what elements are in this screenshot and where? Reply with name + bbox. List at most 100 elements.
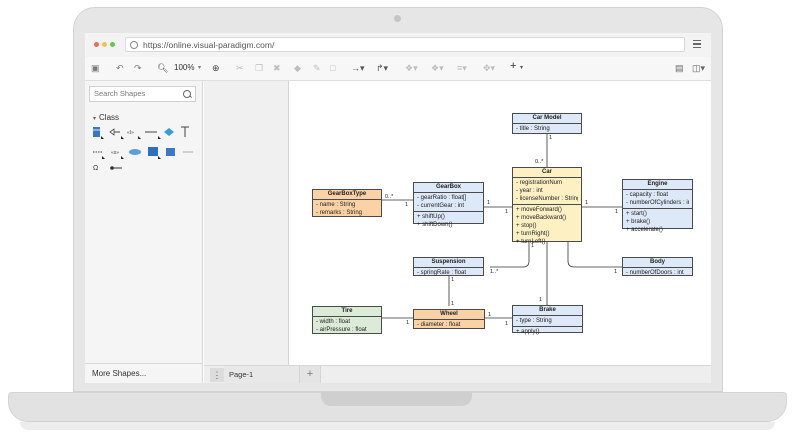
layout-panel-icon[interactable]: ◫▾ <box>692 62 705 74</box>
diagram-page[interactable]: Car Model - title : String Car - registr… <box>288 81 711 365</box>
multiplicity-label: 1 <box>585 200 589 206</box>
attribute: - numberOfDoors : int <box>626 270 684 276</box>
class-engine[interactable]: Engine - capacity : float - numberOfCyli… <box>622 179 693 233</box>
arrange-icon[interactable]: ❖▾ <box>405 62 418 74</box>
app-screen: https://online.visual-paradigm.com/ ▣ ↶ … <box>85 33 711 383</box>
qualifier-icon: Ω <box>93 165 98 172</box>
multiplicity-label: 1 <box>549 135 553 141</box>
zoom-dropdown-icon[interactable]: ▾ <box>198 62 201 74</box>
zoom-in-icon[interactable]: ⊕ <box>212 62 220 74</box>
attribute: - year : int <box>516 188 543 194</box>
operation: + apply() <box>516 329 540 335</box>
svg-text:«s»: «s» <box>111 150 119 156</box>
format-panel-icon[interactable]: ▤ <box>675 62 684 74</box>
class-name: Body <box>623 258 692 268</box>
category-header[interactable]: ▾ Class <box>85 111 202 125</box>
undo-icon[interactable]: ↶ <box>116 62 124 74</box>
insert-dropdown-icon[interactable]: ▾ <box>520 62 523 74</box>
package-icon <box>164 128 174 136</box>
multiplicity-label: 1 <box>451 277 455 283</box>
class-name: Brake <box>513 306 582 316</box>
line-color-icon[interactable]: ✎ <box>313 62 321 74</box>
attribute: - licenseNumber : String <box>516 196 578 202</box>
cut-icon[interactable]: ✂ <box>236 62 244 74</box>
laptop-camera <box>394 15 401 22</box>
class-body[interactable]: Body - numberOfDoors : int <box>622 257 693 276</box>
operation: + accelerate() <box>626 227 663 233</box>
operation: + start() <box>626 211 647 217</box>
attribute: - remarks : String <box>316 210 363 216</box>
multiplicity-label: 0..* <box>535 159 544 165</box>
browser-bar: https://online.visual-paradigm.com/ <box>85 33 711 58</box>
redo-icon[interactable]: ↷ <box>134 62 142 74</box>
multiplicity-label: 1 <box>451 301 455 307</box>
multiplicity-label: 1 <box>539 297 543 303</box>
class-tire[interactable]: Tire - width : float - airPressure : flo… <box>312 306 382 334</box>
class-gearbox-type[interactable]: GearBoxType - name : String - remarks : … <box>312 189 382 217</box>
multiplicity-label: 1 <box>406 320 410 326</box>
class-brake[interactable]: Brake - type : String + apply() <box>512 305 583 335</box>
shape-palette-icons: «I» «s» Ω <box>93 126 193 172</box>
delete-icon[interactable]: ✖ <box>273 62 281 74</box>
svg-text:Ω: Ω <box>93 165 98 172</box>
zoom-level[interactable]: 100% <box>174 62 194 74</box>
class-name: GearBoxType <box>313 190 381 200</box>
class-gearbox[interactable]: GearBox - gearRatio : float[] - currentG… <box>413 182 484 228</box>
class-wheel[interactable]: Wheel - diameter : float <box>413 309 485 329</box>
attribute: - airPressure : float <box>316 327 367 333</box>
copy-icon[interactable]: ❐ <box>255 62 263 74</box>
category-label: Class <box>99 113 120 122</box>
browser-menu-icon[interactable] <box>693 40 701 50</box>
connector-style-icon[interactable]: →▾ <box>351 62 365 74</box>
close-dot-icon[interactable] <box>94 42 99 47</box>
class-name: Car <box>513 168 581 178</box>
interface-icon: «I» <box>127 130 134 136</box>
operation: + shiftUp() <box>417 214 445 220</box>
note-icon <box>166 148 175 156</box>
multiplicity-label: 1 <box>614 269 618 275</box>
dependency-icon <box>181 126 189 137</box>
waypoint-style-icon[interactable]: ↱▾ <box>376 62 388 74</box>
operation: + moveBackward() <box>516 215 567 221</box>
class-suspension[interactable]: Suspension - springRate : float <box>413 257 484 276</box>
multiplicity-label: 1 <box>487 200 491 206</box>
address-bar[interactable]: https://online.visual-paradigm.com/ <box>125 37 685 52</box>
toolbar: ▣ ↶ ↷ 🔍︎ 100% ▾ ⊕ ✂ ❐ ✖ ◆ ✎ □ →▾ ↱▾ ❖▾ ❖… <box>85 57 711 81</box>
class-car-model[interactable]: Car Model - title : String <box>512 113 582 134</box>
shadow-icon[interactable]: □ <box>330 62 335 74</box>
maximize-dot-icon[interactable] <box>110 42 115 47</box>
add-page-icon[interactable]: + <box>300 366 321 383</box>
more-shapes-button[interactable]: More Shapes... <box>85 363 202 383</box>
address-text: https://online.visual-paradigm.com/ <box>143 40 275 50</box>
class-name: Wheel <box>414 310 484 320</box>
attribute: - name : String <box>316 202 356 208</box>
attribute: - currentGear : int <box>417 203 465 209</box>
multiplicity-label: 1 <box>505 209 509 215</box>
minimize-dot-icon[interactable] <box>102 42 107 47</box>
group-icon[interactable]: ❖▾ <box>431 62 444 74</box>
zoom-out-icon[interactable]: 🔍︎ <box>157 62 168 74</box>
operation: + turnLeft() <box>516 239 546 245</box>
attribute: - capacity : float <box>626 192 669 198</box>
save-icon[interactable]: ▣ <box>91 62 100 74</box>
attribute: - gearRatio : float[] <box>417 195 467 201</box>
class-car[interactable]: Car - registrationNum - year : int - lic… <box>512 167 582 245</box>
insert-icon[interactable]: + <box>510 60 516 72</box>
operation: + stop() <box>516 223 537 229</box>
attribute: - numberOfCylinders : int <box>626 200 689 206</box>
operation: + moveForward() <box>516 207 562 213</box>
align-icon[interactable]: ≡▾ <box>457 62 467 74</box>
page-tab[interactable]: Page-1 <box>224 366 300 383</box>
operation: + shiftDown() <box>417 222 453 228</box>
class-name: Engine <box>623 180 692 190</box>
search-placeholder: Search Shapes <box>94 89 146 98</box>
search-icon[interactable] <box>183 90 191 98</box>
page-menu-icon[interactable]: ⋮ <box>210 368 224 382</box>
page-info-icon <box>130 41 138 49</box>
distribute-icon[interactable]: ✥▾ <box>483 62 495 74</box>
fill-color-icon[interactable]: ◆ <box>294 62 301 74</box>
laptop-shadow <box>20 422 775 430</box>
attribute: - springRate : float <box>417 270 467 276</box>
class-name: Car Model <box>513 114 581 124</box>
search-shapes-input[interactable]: Search Shapes <box>89 86 196 102</box>
